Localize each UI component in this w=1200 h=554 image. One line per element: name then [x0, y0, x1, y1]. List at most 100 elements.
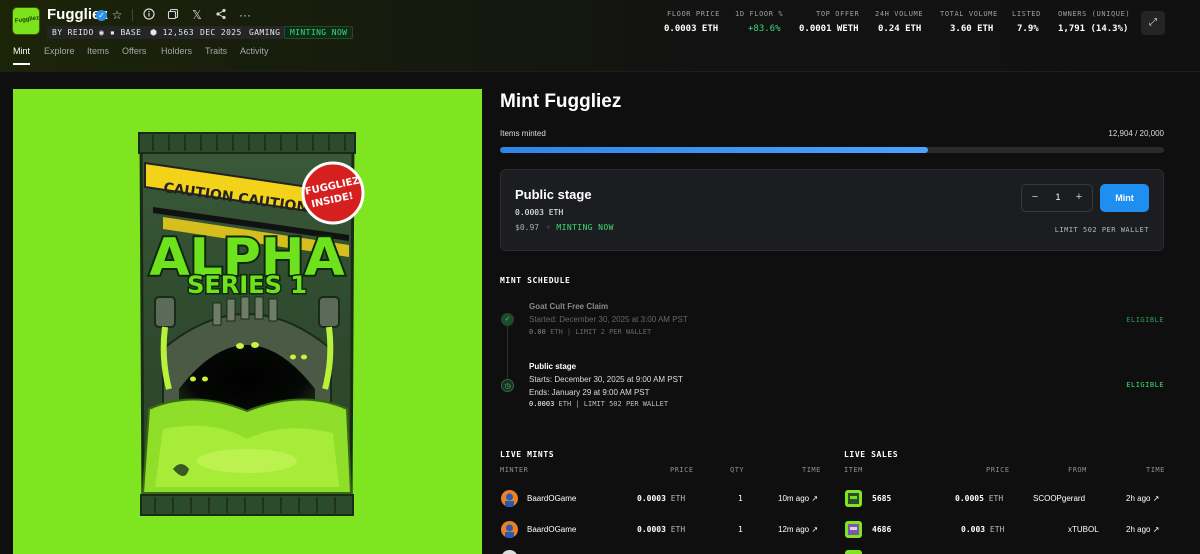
col-price: PRICE	[670, 466, 694, 474]
stat-value-top-offer: 0.0001 WETH	[799, 24, 859, 34]
stage-price: 0.0003 ETH	[515, 208, 564, 217]
header-divider	[132, 9, 133, 21]
stat-value-owners: 1,791 (14.3%)	[1058, 24, 1129, 34]
tab-mint[interactable]: Mint	[13, 46, 30, 56]
tab-offers[interactable]: Offers	[122, 46, 146, 56]
collection-header: Fuggliez Fuggliez ✓ ☆ 𝕏 ··· BY REIDO ◉ ▪…	[0, 0, 1200, 72]
avatar[interactable]	[501, 550, 518, 554]
col-minter: MINTER	[500, 466, 529, 474]
category-tag: GAMING	[244, 26, 286, 39]
stat-value-listed: 7.9%	[1017, 24, 1039, 34]
more-icon[interactable]: ···	[238, 8, 252, 22]
stat-value-total: 3.60 ETH	[950, 24, 994, 34]
item-thumbnail[interactable]	[845, 521, 862, 538]
public-stage-card: Public stage 0.0003 ETH $0.97 ◦ MINTING …	[500, 169, 1164, 251]
mint-button[interactable]: Mint	[1100, 184, 1149, 212]
increase-quantity-button[interactable]: +	[1072, 191, 1086, 203]
item-count-tag: ⬢ 12,563	[145, 26, 199, 39]
minter-name[interactable]: BaardOGame	[527, 494, 576, 503]
col-price: PRICE	[986, 466, 1010, 474]
mint-qty: 1	[738, 525, 743, 534]
item-thumbnail[interactable]	[845, 490, 862, 507]
schedule-item-meta: 0.00 ETH | LIMIT 2 PER WALLET	[529, 328, 652, 336]
mint-qty: 1	[738, 494, 743, 503]
collection-logo[interactable]: Fuggliez	[12, 7, 40, 35]
stat-label-top-offer: TOP OFFER	[816, 10, 860, 18]
stage-usd-price: $0.97	[515, 223, 540, 232]
expand-button[interactable]: ⤢	[1141, 11, 1165, 35]
verified-icon: ◉	[98, 28, 105, 37]
items-minted-label: Items minted	[500, 129, 546, 138]
mint-time-link[interactable]: 12m ago ↗	[778, 525, 818, 534]
schedule-item-name: Goat Cult Free Claim	[529, 302, 609, 311]
tab-traits[interactable]: Traits	[205, 46, 227, 56]
date-tag: DEC 2025	[195, 26, 247, 39]
stat-label-owners: OWNERS (UNIQUE)	[1058, 10, 1131, 18]
tab-explore[interactable]: Explore	[44, 46, 75, 56]
mint-progress-fill	[500, 147, 929, 153]
schedule-item-name: Public stage	[529, 362, 577, 371]
cube-icon: ⬢	[150, 28, 158, 37]
avatar[interactable]	[501, 490, 518, 507]
minter-name[interactable]: BaardOGame	[527, 525, 576, 534]
col-from: FROM	[1068, 466, 1087, 474]
col-time: TIME	[1146, 466, 1165, 474]
star-icon[interactable]: ☆	[110, 8, 124, 22]
stat-label-1d: 1D FLOOR %	[735, 10, 784, 18]
mint-schedule-heading: MINT SCHEDULE	[500, 276, 571, 285]
schedule-item-start: Starts: December 30, 2025 at 9:00 AM PST	[529, 375, 683, 384]
tab-items[interactable]: Items	[87, 46, 109, 56]
stat-value-24h: 0.24 ETH	[878, 24, 922, 34]
decrease-quantity-button[interactable]: −	[1028, 191, 1042, 203]
copy-icon[interactable]	[166, 8, 180, 22]
seller-name[interactable]: xTUBOL	[1068, 525, 1099, 534]
item-id[interactable]: 4686	[872, 525, 891, 534]
wallet-limit: LIMIT 502 PER WALLET	[1054, 226, 1149, 234]
mint-time-link[interactable]: 10m ago ↗	[778, 494, 818, 503]
mint-progress-bar	[500, 147, 1164, 153]
schedule-item-start: Started: December 30, 2025 at 3:00 AM PS…	[529, 315, 688, 324]
item-id[interactable]: 5685	[872, 494, 891, 503]
logo-wordmark: Fuggliez	[14, 15, 40, 25]
col-qty: QTY	[730, 466, 745, 474]
info-icon[interactable]	[142, 8, 156, 22]
header-divider-line	[0, 71, 1200, 72]
quantity-stepper: − 1 +	[1021, 184, 1093, 212]
sale-time-link[interactable]: 2h ago ↗	[1126, 494, 1159, 503]
col-item: ITEM	[844, 466, 863, 474]
minting-status-badge: MINTING NOW	[284, 26, 354, 39]
verified-icon: ✓	[96, 10, 107, 21]
tab-holders[interactable]: Holders	[161, 46, 192, 56]
items-minted-value: 12,904 / 20,000	[1108, 129, 1164, 138]
series-subline: SERIES 1	[187, 271, 307, 299]
stage-title: Public stage	[515, 187, 592, 202]
stat-label-listed: LISTED	[1012, 10, 1041, 18]
avatar[interactable]	[501, 521, 518, 538]
stat-value-1d: +83.6%	[748, 24, 781, 34]
schedule-timeline	[507, 322, 508, 382]
quantity-value[interactable]: 1	[1050, 192, 1066, 202]
x-twitter-icon[interactable]: 𝕏	[190, 8, 204, 22]
check-icon: ✓	[501, 313, 514, 326]
eligible-badge: ELIGIBLE	[1126, 381, 1164, 389]
mint-price: 0.0003 ETH	[637, 494, 686, 503]
clock-icon: ◷	[501, 379, 514, 392]
sale-time-link[interactable]: 2h ago ↗	[1126, 525, 1159, 534]
live-sales-heading: LIVE SALES	[844, 450, 899, 459]
active-tab-indicator	[13, 63, 30, 65]
item-thumbnail[interactable]	[845, 550, 862, 554]
alpha-pack-image: CAUTION CAUTION FUGGLIEZ INSIDE! ALPHA S…	[138, 132, 365, 516]
sale-price: 0.003 ETH	[961, 525, 1005, 534]
schedule-item-meta: 0.0003 ETH | LIMIT 502 PER WALLET	[529, 400, 669, 408]
creator-tag[interactable]: BY REIDO ◉	[47, 26, 110, 39]
expand-icon: ⤢	[1149, 17, 1157, 28]
live-mints-heading: LIVE MINTS	[500, 450, 555, 459]
tab-activity[interactable]: Activity	[240, 46, 269, 56]
stat-label-total: TOTAL VOLUME	[940, 10, 998, 18]
col-time: TIME	[802, 466, 821, 474]
stat-value-floor: 0.0003 ETH	[664, 24, 719, 34]
share-icon[interactable]	[214, 8, 228, 22]
seller-name[interactable]: SCOOPgerard	[1033, 494, 1085, 503]
schedule-item-end: Ends: January 29 at 9:00 AM PST	[529, 388, 650, 397]
collection-artwork: CAUTION CAUTION FUGGLIEZ INSIDE! ALPHA S…	[13, 89, 482, 554]
